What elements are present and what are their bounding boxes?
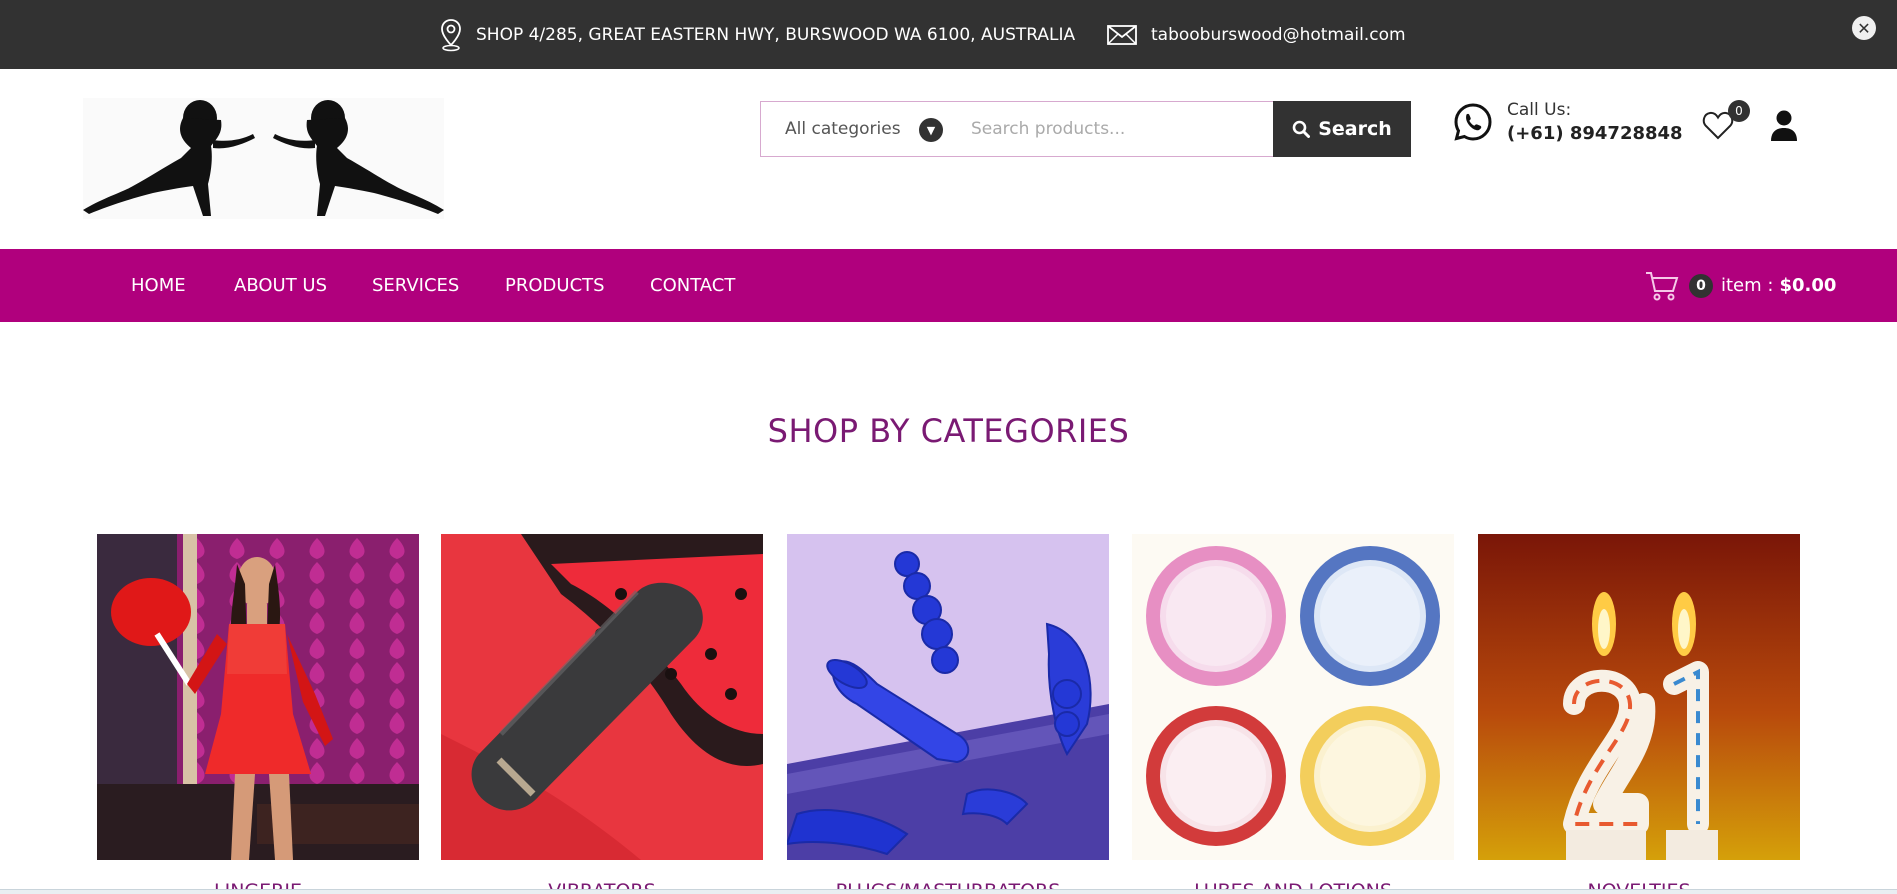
page: SHOP 4/285, GREAT EASTERN HWY, BURSWOOD …	[0, 0, 1897, 894]
category-card-vibrators[interactable]	[441, 534, 763, 860]
top-bar: SHOP 4/285, GREAT EASTERN HWY, BURSWOOD …	[0, 0, 1897, 69]
cart-total: $0.00	[1779, 275, 1837, 296]
call-number[interactable]: (+61) 894728848	[1507, 123, 1683, 144]
account-button[interactable]	[1770, 110, 1800, 142]
cart-button[interactable]: 0 item : $0.00	[1645, 249, 1836, 322]
cart-icon	[1646, 271, 1679, 300]
call-text: Call Us: (+61) 894728848	[1507, 100, 1683, 144]
category-card-novelties[interactable]	[1478, 534, 1800, 860]
call-us: Call Us: (+61) 894728848	[1453, 100, 1683, 144]
category-select[interactable]: All categories ▼	[761, 102, 943, 156]
lingerie-image	[97, 534, 419, 860]
address: SHOP 4/285, GREAT EASTERN HWY, BURSWOOD …	[440, 0, 1075, 69]
logo[interactable]	[83, 98, 444, 219]
close-icon[interactable]: ✕	[1852, 16, 1876, 40]
plugs-image	[787, 534, 1109, 860]
envelope-icon	[1107, 24, 1137, 45]
nav-item-contact[interactable]: CONTACT	[650, 249, 735, 322]
map-pin-icon	[441, 18, 461, 51]
section-title: SHOP BY CATEGORIES	[767, 412, 1130, 450]
nav-item-services[interactable]: SERVICES	[372, 249, 459, 322]
search-button[interactable]: Search	[1273, 101, 1411, 157]
vibrators-image	[441, 534, 763, 860]
novelties-image	[1478, 534, 1800, 860]
user-icon	[1771, 110, 1797, 141]
search-icon	[1292, 120, 1311, 138]
cart-count-badge: 0	[1689, 273, 1713, 298]
category-select-value: All categories	[785, 119, 901, 139]
email-link[interactable]: tabooburswood@hotmail.com	[1151, 25, 1406, 45]
email[interactable]: tabooburswood@hotmail.com	[1107, 0, 1406, 69]
search-button-label: Search	[1318, 118, 1392, 140]
chevron-down-icon[interactable]: ▼	[919, 118, 943, 142]
address-text: SHOP 4/285, GREAT EASTERN HWY, BURSWOOD …	[476, 24, 1076, 45]
lubes-image	[1132, 534, 1454, 860]
category-card-plugs[interactable]	[787, 534, 1109, 860]
search-box: All categories ▼ Search	[760, 101, 1411, 157]
call-label: Call Us:	[1507, 100, 1572, 120]
cart-item-text: item :	[1721, 275, 1774, 296]
wishlist-button[interactable]: 0	[1702, 100, 1750, 144]
wishlist-count-badge: 0	[1728, 100, 1750, 122]
category-card-lingerie[interactable]	[97, 534, 419, 860]
category-card-lubes[interactable]	[1132, 534, 1454, 860]
logo-silhouettes	[83, 100, 444, 216]
nav-item-home[interactable]: HOME	[131, 249, 186, 322]
whatsapp-icon[interactable]	[1453, 102, 1493, 142]
nav-item-products[interactable]: PRODUCTS	[505, 249, 605, 322]
window-bottom-edge	[0, 889, 1897, 894]
search-input[interactable]	[941, 102, 1273, 156]
main-nav: HOME ABOUT US SERVICES PRODUCTS CONTACT …	[0, 249, 1897, 322]
nav-item-about-us[interactable]: ABOUT US	[234, 249, 327, 322]
